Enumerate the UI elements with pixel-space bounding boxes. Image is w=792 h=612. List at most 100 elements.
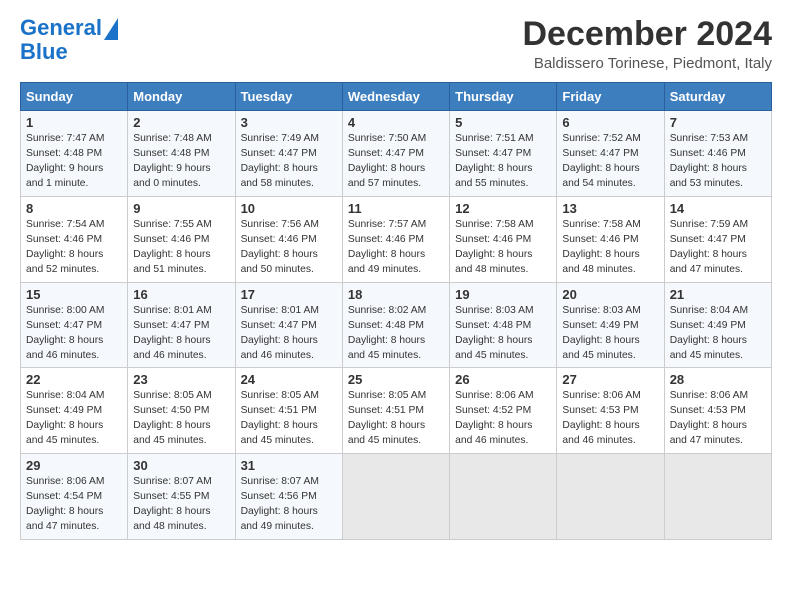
day-number: 7 bbox=[670, 115, 766, 130]
day-number: 26 bbox=[455, 372, 551, 387]
calendar-cell: 20 Sunrise: 8:03 AM Sunset: 4:49 PM Dayli… bbox=[557, 282, 664, 368]
calendar-cell: 31Sunrise: 8:07 AM Sunset: 4:56 PM Dayli… bbox=[235, 454, 342, 540]
day-detail: Sunrise: 7:55 AM Sunset: 4:46 PM Dayligh… bbox=[133, 218, 229, 278]
calendar-cell: 7Sunrise: 7:53 AM Sunset: 4:46 PM Daylig… bbox=[664, 111, 771, 197]
page-header: General Blue December 2024 Baldissero To… bbox=[20, 16, 772, 72]
day-number: 9 bbox=[133, 201, 229, 216]
calendar-cell: 22 Sunrise: 8:04 AM Sunset: 4:49 PM Dayli… bbox=[21, 368, 128, 454]
calendar-cell bbox=[557, 454, 664, 540]
calendar-week-2: 8 Sunrise: 7:54 AM Sunset: 4:46 PM Daylig… bbox=[21, 197, 772, 283]
day-detail: Sunrise: 8:07 AM Sunset: 4:55 PM Dayligh… bbox=[133, 475, 229, 535]
day-number: 8 bbox=[26, 201, 122, 216]
day-number: 27 bbox=[562, 372, 658, 387]
day-number: 21 bbox=[670, 287, 766, 302]
calendar-cell: 24 Sunrise: 8:05 AM Sunset: 4:51 PM Dayli… bbox=[235, 368, 342, 454]
calendar-cell: 11 Sunrise: 7:57 AM Sunset: 4:46 PM Dayli… bbox=[342, 197, 449, 283]
day-detail: Sunrise: 8:05 AM Sunset: 4:50 PM Dayligh… bbox=[133, 389, 229, 449]
day-detail: Sunrise: 7:58 AM Sunset: 4:46 PM Dayligh… bbox=[455, 218, 551, 278]
calendar-cell: 9 Sunrise: 7:55 AM Sunset: 4:46 PM Daylig… bbox=[128, 197, 235, 283]
calendar-cell: 28 Sunrise: 8:06 AM Sunset: 4:53 PM Dayli… bbox=[664, 368, 771, 454]
day-detail: Sunrise: 8:04 AM Sunset: 4:49 PM Dayligh… bbox=[670, 304, 766, 364]
day-number: 5 bbox=[455, 115, 551, 130]
logo-text: General bbox=[20, 16, 118, 40]
calendar-cell: 8 Sunrise: 7:54 AM Sunset: 4:46 PM Daylig… bbox=[21, 197, 128, 283]
day-detail: Sunrise: 8:03 AM Sunset: 4:49 PM Dayligh… bbox=[562, 304, 658, 364]
calendar-cell bbox=[664, 454, 771, 540]
calendar-cell: 2 Sunrise: 7:48 AM Sunset: 4:48 PM Daylig… bbox=[128, 111, 235, 197]
header-wednesday: Wednesday bbox=[342, 83, 449, 111]
calendar-cell: 27 Sunrise: 8:06 AM Sunset: 4:53 PM Dayli… bbox=[557, 368, 664, 454]
day-number: 3 bbox=[241, 115, 337, 130]
day-number: 24 bbox=[241, 372, 337, 387]
calendar-cell bbox=[450, 454, 557, 540]
logo: General Blue bbox=[20, 16, 118, 64]
day-detail: Sunrise: 7:54 AM Sunset: 4:46 PM Dayligh… bbox=[26, 218, 122, 278]
day-detail: Sunrise: 7:57 AM Sunset: 4:46 PM Dayligh… bbox=[348, 218, 444, 278]
day-detail: Sunrise: 7:48 AM Sunset: 4:48 PM Dayligh… bbox=[133, 132, 229, 192]
day-detail: Sunrise: 7:52 AM Sunset: 4:47 PM Dayligh… bbox=[562, 132, 658, 192]
header-tuesday: Tuesday bbox=[235, 83, 342, 111]
header-saturday: Saturday bbox=[664, 83, 771, 111]
day-number: 15 bbox=[26, 287, 122, 302]
day-number: 12 bbox=[455, 201, 551, 216]
day-number: 22 bbox=[26, 372, 122, 387]
day-number: 20 bbox=[562, 287, 658, 302]
day-number: 29 bbox=[26, 458, 122, 473]
title-area: December 2024 Baldissero Torinese, Piedm… bbox=[522, 16, 772, 72]
calendar-cell bbox=[342, 454, 449, 540]
day-detail: Sunrise: 8:04 AM Sunset: 4:49 PM Dayligh… bbox=[26, 389, 122, 449]
day-detail: Sunrise: 8:05 AM Sunset: 4:51 PM Dayligh… bbox=[241, 389, 337, 449]
calendar-body: 1Sunrise: 7:47 AM Sunset: 4:48 PM Daylig… bbox=[21, 111, 772, 539]
calendar-cell: 19 Sunrise: 8:03 AM Sunset: 4:48 PM Dayli… bbox=[450, 282, 557, 368]
header-friday: Friday bbox=[557, 83, 664, 111]
day-number: 23 bbox=[133, 372, 229, 387]
calendar-cell: 12 Sunrise: 7:58 AM Sunset: 4:46 PM Dayli… bbox=[450, 197, 557, 283]
day-detail: Sunrise: 7:49 AM Sunset: 4:47 PM Dayligh… bbox=[241, 132, 337, 192]
day-number: 6 bbox=[562, 115, 658, 130]
day-detail: Sunrise: 8:05 AM Sunset: 4:51 PM Dayligh… bbox=[348, 389, 444, 449]
calendar-cell: 29 Sunrise: 8:06 AM Sunset: 4:54 PM Dayli… bbox=[21, 454, 128, 540]
calendar-cell: 5 Sunrise: 7:51 AM Sunset: 4:47 PM Daylig… bbox=[450, 111, 557, 197]
logo-text2: Blue bbox=[20, 40, 68, 64]
day-number: 13 bbox=[562, 201, 658, 216]
day-detail: Sunrise: 8:06 AM Sunset: 4:53 PM Dayligh… bbox=[562, 389, 658, 449]
day-number: 19 bbox=[455, 287, 551, 302]
calendar-week-3: 15Sunrise: 8:00 AM Sunset: 4:47 PM Dayli… bbox=[21, 282, 772, 368]
calendar-cell: 18Sunrise: 8:02 AM Sunset: 4:48 PM Dayli… bbox=[342, 282, 449, 368]
calendar-cell: 16Sunrise: 8:01 AM Sunset: 4:47 PM Dayli… bbox=[128, 282, 235, 368]
day-detail: Sunrise: 7:56 AM Sunset: 4:46 PM Dayligh… bbox=[241, 218, 337, 278]
calendar-cell: 30 Sunrise: 8:07 AM Sunset: 4:55 PM Dayli… bbox=[128, 454, 235, 540]
day-number: 16 bbox=[133, 287, 229, 302]
calendar-week-1: 1Sunrise: 7:47 AM Sunset: 4:48 PM Daylig… bbox=[21, 111, 772, 197]
day-number: 2 bbox=[133, 115, 229, 130]
day-number: 25 bbox=[348, 372, 444, 387]
calendar-cell: 26 Sunrise: 8:06 AM Sunset: 4:52 PM Dayli… bbox=[450, 368, 557, 454]
day-detail: Sunrise: 7:59 AM Sunset: 4:47 PM Dayligh… bbox=[670, 218, 766, 278]
month-title: December 2024 bbox=[522, 16, 772, 53]
header-thursday: Thursday bbox=[450, 83, 557, 111]
calendar-cell: 23 Sunrise: 8:05 AM Sunset: 4:50 PM Dayli… bbox=[128, 368, 235, 454]
day-detail: Sunrise: 7:58 AM Sunset: 4:46 PM Dayligh… bbox=[562, 218, 658, 278]
day-number: 11 bbox=[348, 201, 444, 216]
calendar-cell: 10Sunrise: 7:56 AM Sunset: 4:46 PM Dayli… bbox=[235, 197, 342, 283]
day-number: 28 bbox=[670, 372, 766, 387]
day-number: 4 bbox=[348, 115, 444, 130]
day-detail: Sunrise: 8:03 AM Sunset: 4:48 PM Dayligh… bbox=[455, 304, 551, 364]
day-detail: Sunrise: 8:06 AM Sunset: 4:53 PM Dayligh… bbox=[670, 389, 766, 449]
day-detail: Sunrise: 8:06 AM Sunset: 4:54 PM Dayligh… bbox=[26, 475, 122, 535]
calendar-cell: 6 Sunrise: 7:52 AM Sunset: 4:47 PM Daylig… bbox=[557, 111, 664, 197]
day-number: 30 bbox=[133, 458, 229, 473]
calendar-table: SundayMondayTuesdayWednesdayThursdayFrid… bbox=[20, 82, 772, 539]
calendar-header: SundayMondayTuesdayWednesdayThursdayFrid… bbox=[21, 83, 772, 111]
day-detail: Sunrise: 8:06 AM Sunset: 4:52 PM Dayligh… bbox=[455, 389, 551, 449]
header-monday: Monday bbox=[128, 83, 235, 111]
location-title: Baldissero Torinese, Piedmont, Italy bbox=[522, 55, 772, 72]
day-number: 31 bbox=[241, 458, 337, 473]
calendar-cell: 3 Sunrise: 7:49 AM Sunset: 4:47 PM Daylig… bbox=[235, 111, 342, 197]
day-detail: Sunrise: 7:50 AM Sunset: 4:47 PM Dayligh… bbox=[348, 132, 444, 192]
calendar-cell: 14Sunrise: 7:59 AM Sunset: 4:47 PM Dayli… bbox=[664, 197, 771, 283]
calendar-cell: 1Sunrise: 7:47 AM Sunset: 4:48 PM Daylig… bbox=[21, 111, 128, 197]
calendar-week-5: 29 Sunrise: 8:06 AM Sunset: 4:54 PM Dayli… bbox=[21, 454, 772, 540]
day-detail: Sunrise: 7:51 AM Sunset: 4:47 PM Dayligh… bbox=[455, 132, 551, 192]
header-row: SundayMondayTuesdayWednesdayThursdayFrid… bbox=[21, 83, 772, 111]
